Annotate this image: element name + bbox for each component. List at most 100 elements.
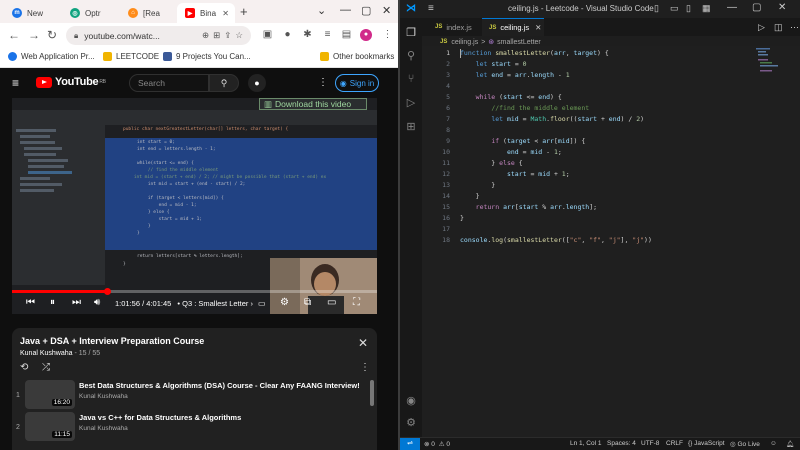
close-window-icon[interactable]: ✕ [778,2,786,13]
youtube-logo[interactable]: YouTube RB [36,76,106,88]
loop-icon[interactable]: ⟲ [20,362,28,373]
code-editor[interactable]: 1 2 3 4 5 6 7 8 9 10 11 12 13 14 15 16 17 18 function sma… [422,46,800,437]
tab-openai[interactable]: ◎ Optr [62,3,117,23]
address-actions-icon[interactable]: ⊕⊞⇪☆ [202,30,247,41]
more-options-icon[interactable]: ⋮ [318,77,328,88]
theater-mode-icon[interactable]: ▭ [327,297,336,308]
more-actions-icon[interactable]: ⋯ [790,22,799,33]
video-player[interactable]: ▥ Download this video public char nextGr… [12,98,377,314]
playlist-title[interactable]: Java + DSA + Interview Preparation Cours… [20,336,204,346]
cursor-position[interactable]: Ln 1, Col 1 [570,440,601,447]
manage-gear-icon[interactable]: ⚙ [404,416,418,430]
layout-sidebar-icon[interactable]: ▯ [654,3,659,14]
address-bar[interactable]: 🔒︎ youtube.com/watc... ⊕⊞⇪☆ [66,26,251,45]
run-code-icon[interactable]: ▷ [758,22,765,33]
close-tab-icon[interactable]: ✕ [535,23,541,32]
maximize-icon[interactable]: ▢ [752,2,761,13]
line-number: 2 [446,60,450,68]
forward-icon[interactable]: → [28,28,40,42]
close-window-icon[interactable]: ✕ [382,4,391,17]
playlist-item[interactable]: 2 11:15 Java vs C++ for Data Structures … [12,410,377,444]
search-icon[interactable]: ⚲ [209,74,239,92]
customize-layout-icon[interactable]: ▦ [702,3,711,14]
chapter-title[interactable]: • Q3 : Smallest Letter › [177,299,253,308]
menu-icon[interactable]: ≡ [428,3,434,14]
encoding[interactable]: UTF-8 [641,440,659,447]
new-tab-icon[interactable]: + [240,4,248,19]
minimap[interactable] [756,48,778,78]
error-icon: ⊗ [424,441,430,448]
profile-avatar-icon[interactable]: ● [360,29,372,41]
pause-icon[interactable]: ⏸ [50,297,55,308]
download-icon: ▥ [264,98,273,109]
video-thumbnail[interactable]: 11:15 [25,412,75,441]
account-icon[interactable]: ◉ [404,394,418,408]
video-title[interactable]: Java vs C++ for Data Structures & Algori… [79,413,241,422]
go-live-button[interactable]: ◎ Go Live [730,440,760,448]
problems-indicator[interactable]: ⊗ 0 ⚠ 0 [424,440,450,448]
close-playlist-icon[interactable]: ✕ [358,336,368,350]
video-title[interactable]: Best Data Structures & Algorithms (DSA) … [79,381,360,390]
next-icon[interactable]: ⏭ [72,297,81,308]
previous-icon[interactable]: ⏮ [26,297,35,308]
playlist-more-icon[interactable]: ⋮ [360,362,370,373]
video-thumbnail[interactable]: 16:20 [25,380,75,409]
minimize-icon[interactable]: — [727,2,737,13]
download-video-button[interactable]: ▥ Download this video [259,98,367,110]
miniplayer-icon[interactable]: ⧉ [304,297,311,308]
remote-icon[interactable]: ⇌ [400,438,420,450]
indentation[interactable]: Spaces: 4 [607,440,636,447]
volume-icon[interactable]: 🔊︎ [94,297,100,308]
reading-list-icon[interactable]: ≡ [322,29,333,40]
more-menu-icon[interactable]: ⋮ [382,29,393,40]
feedback-icon[interactable]: ☺ [770,440,777,447]
search-icon[interactable]: ⚲ [404,49,418,63]
playlist-scrollbar[interactable] [370,380,374,406]
mic-icon[interactable]: ● [282,29,293,40]
bookmark-other[interactable]: Other bookmarks [320,52,394,61]
code-line: //find the middle element [491,104,590,112]
layout-panel-icon[interactable]: ▭ [670,3,679,14]
settings-gear-icon[interactable]: ⚙ [280,297,289,308]
tab-binary-search[interactable]: ▶ Bina ✕ [177,3,235,23]
extension-icon[interactable]: ▣ [262,29,273,40]
explorer-icon[interactable]: ❐ [404,26,418,40]
hamburger-menu-icon[interactable]: ≡ [12,76,19,90]
layout-secondary-icon[interactable]: ▯ [686,3,691,14]
reload-icon[interactable]: ↻ [47,28,57,42]
breadcrumb-symbol[interactable]: smallestLetter [497,39,541,46]
back-icon[interactable]: ← [8,28,20,42]
tab-react[interactable]: ⌂ [Rea [120,3,175,23]
split-editor-icon[interactable]: ◫ [774,22,783,33]
playlist-position: - 15 / 55 [74,350,101,357]
minimize-icon[interactable]: — [340,4,351,16]
bookmark-9-projects[interactable]: 9 Projects You Can... [163,52,251,61]
tab-ceiling-js[interactable]: JS ceiling.js ✕ [482,18,544,36]
maximize-icon[interactable]: ▢ [361,4,371,17]
captions-icon[interactable]: ▭ [258,299,266,308]
shuffle-icon[interactable]: ⤮ [42,362,50,373]
notifications-bell-icon[interactable]: 🔔︎ [786,440,794,448]
fullscreen-icon[interactable]: ⛶ [353,297,360,308]
tab-search-icon[interactable]: ⌄ [317,4,326,17]
voice-search-icon[interactable]: ● [248,74,266,92]
breadcrumb-file[interactable]: ceiling.js [451,39,478,46]
bookmark-leetcode[interactable]: LEETCODE [103,52,159,61]
puzzle-icon[interactable]: ✱ [302,29,313,40]
language-mode[interactable]: {} JavaScript [688,440,725,447]
line-ending[interactable]: CRLF [666,440,683,447]
close-tab-icon[interactable]: ✕ [222,9,229,18]
extensions-icon[interactable]: ⊞ [404,120,418,134]
sign-in-button[interactable]: ◉ Sign in [335,74,379,92]
search-input[interactable]: Search [129,74,209,92]
download-label: Download this video [275,99,352,109]
playlist-item[interactable]: 1 16:20 Best Data Structures & Algorithm… [12,378,377,412]
run-debug-icon[interactable]: ▷ [404,96,418,110]
bookmark-web-application[interactable]: Web Application Pr... [8,52,95,61]
tab-index-js[interactable]: JS index.js [428,18,476,36]
side-panel-icon[interactable]: ▤ [341,29,352,40]
source-control-icon[interactable]: ⑂ [404,72,418,86]
playlist-author[interactable]: Kunal Kushwaha [20,350,73,357]
video-progress-bar[interactable] [12,288,377,295]
tab-new[interactable]: m New [4,3,59,23]
